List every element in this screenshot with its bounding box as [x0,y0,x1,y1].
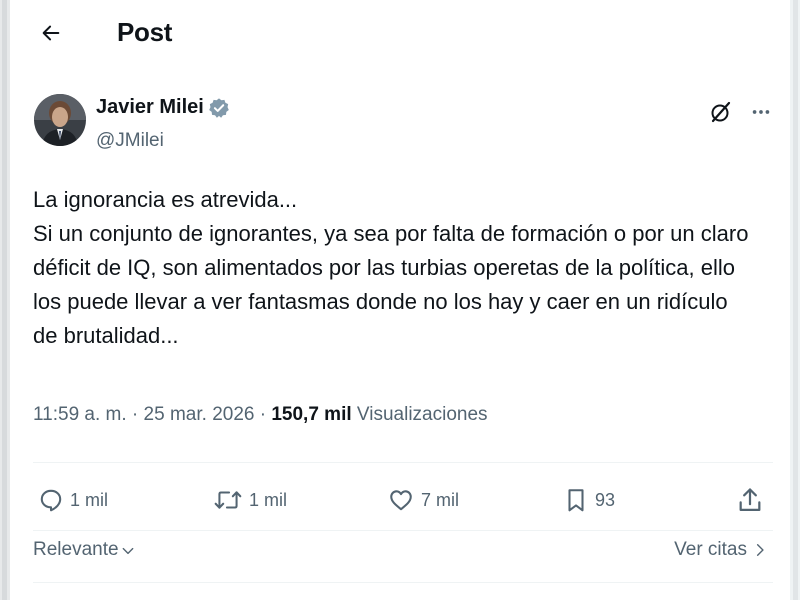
author-name[interactable]: Javier Milei [96,96,204,119]
quotes-label: Ver citas [674,539,747,560]
action-bar: 1 mil 1 mil 7 mil 93 [33,478,773,522]
chevron-right-icon [756,544,764,556]
views-label: Visualizaciones [356,404,488,425]
left-border [2,0,7,600]
bookmark-icon [568,489,584,512]
meta-separator: · [254,404,272,425]
grok-icon [711,101,731,123]
sort-replies-dropdown[interactable]: Relevante [33,539,135,561]
post-line: los puede llevar a ver fantasmas donde n… [33,289,728,314]
view-quotes-link[interactable]: Ver citas [674,539,767,561]
scrollbar-thumb[interactable] [793,0,798,600]
author-handle[interactable]: @JMilei [96,130,164,152]
bookmark-button[interactable]: 93 [563,478,615,522]
back-button[interactable] [34,16,68,50]
repost-icon [214,491,242,509]
post-date[interactable]: 25 mar. 2026 [144,404,255,425]
reply-count: 1 mil [70,489,109,510]
replies-toolbar: Relevante Ver citas [33,536,773,568]
avatar[interactable] [34,94,86,146]
meta-separator: · [126,404,144,425]
post-meta: 11:59 a. m. · 25 mar. 2026 · 150,7 mil V… [33,404,488,426]
reply-icon [40,489,62,512]
heart-icon [390,490,412,511]
bookmark-count: 93 [595,489,616,510]
post-header: Post [10,0,790,70]
page-title: Post [117,17,173,47]
sort-label: Relevante [33,539,119,560]
repost-count: 1 mil [249,489,288,510]
like-button[interactable]: 7 mil [387,478,459,522]
arrow-left-icon [42,25,60,41]
views-count: 150,7 mil [271,404,352,425]
post-line: déficit de IQ, son alimentados por las t… [33,255,735,280]
more-options-button[interactable] [746,97,776,127]
post-line: de brutalidad... [33,323,179,348]
share-button[interactable] [736,478,764,522]
post-text: La ignorancia es atrevida... Si un conju… [33,183,783,353]
chevron-down-icon [122,547,133,555]
divider [33,582,773,583]
post-line: Si un conjunto de ignorantes, ya sea por… [33,221,749,246]
more-horizontal-icon [752,110,770,114]
author-name-row[interactable]: Javier Milei [96,96,230,119]
reply-button[interactable]: 1 mil [38,478,108,522]
like-count: 7 mil [421,489,460,510]
left-edge [0,0,10,600]
divider [33,530,773,531]
grok-button[interactable] [706,97,736,127]
divider [33,462,773,463]
share-icon [739,488,761,512]
verified-badge-icon[interactable] [208,97,230,119]
post-line: La ignorancia es atrevida... [33,187,298,212]
post-time[interactable]: 11:59 a. m. [33,404,127,425]
scrollbar-track[interactable] [790,0,800,600]
repost-button[interactable]: 1 mil [213,478,287,522]
